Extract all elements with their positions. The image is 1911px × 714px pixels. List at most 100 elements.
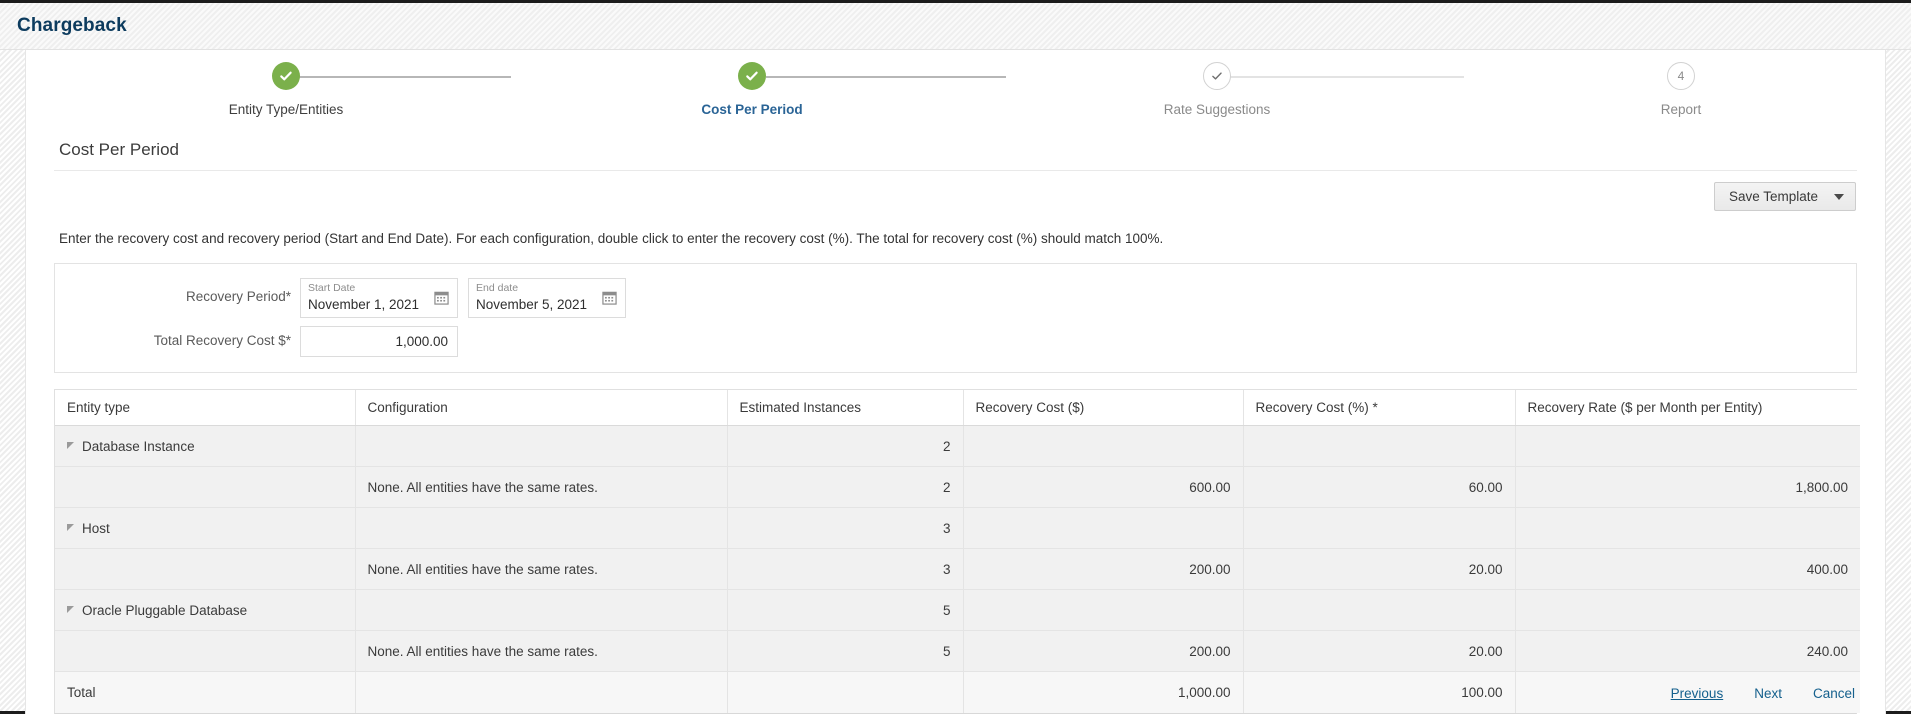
save-template-label: Save Template [1728,189,1818,204]
wizard-step-1-label: Entity Type/Entities [228,102,344,117]
wizard-step-entity-type[interactable]: Entity Type/Entities [166,62,406,117]
table-row[interactable]: Database Instance 2 [55,425,1860,467]
next-link[interactable]: Next [1754,686,1782,701]
cell-configuration: None. All entities have the same rates. [355,630,728,672]
recovery-period-row: Recovery Period* Start Date November 1, … [55,278,1856,318]
cell-configuration [355,425,728,467]
save-template-button[interactable]: Save Template [1713,182,1856,211]
tree-collapse-icon[interactable] [67,441,74,449]
cell-recovery-cost-percent: 100.00 [1243,671,1516,713]
chevron-down-icon[interactable] [1834,193,1844,200]
cell-configuration: None. All entities have the same rates. [355,548,728,590]
cell-entity-type[interactable]: Database Instance [55,425,356,467]
entity-type-label: Oracle Pluggable Database [82,602,248,618]
main-panel: Entity Type/Entities Cost Per Period Rat… [25,50,1886,714]
step-2-status-icon [738,62,766,90]
column-header-configuration[interactable]: Configuration [355,390,728,426]
cancel-link[interactable]: Cancel [1813,686,1855,701]
cell-estimated-instances [727,671,964,713]
cell-configuration [355,507,728,549]
cell-entity-type [55,466,356,508]
calendar-icon[interactable] [602,290,617,305]
table-header-row: Entity type Configuration Estimated Inst… [55,390,1860,426]
total-recovery-cost-row: Total Recovery Cost $* 1,000.00 [55,326,1856,357]
table-row[interactable]: Host 3 [55,507,1860,549]
instructions-text: Enter the recovery cost and recovery per… [59,231,1164,246]
table-total-row: Total 1,000.00 100.00 [55,671,1860,713]
wizard-step-3-label: Rate Suggestions [1163,102,1271,117]
cell-recovery-rate [1515,507,1860,549]
app-header: Chargeback [0,3,1911,50]
column-header-recovery-rate[interactable]: Recovery Rate ($ per Month per Entity) [1515,390,1860,426]
cell-estimated-instances: 5 [727,589,964,631]
cell-recovery-cost-dollars: 1,000.00 [963,671,1244,713]
previous-link[interactable]: Previous [1671,686,1724,701]
cell-entity-type: Total [55,671,356,713]
stepper-connector-1 [299,76,511,78]
cost-per-period-table-wrapper: Entity type Configuration Estimated Inst… [54,389,1860,714]
wizard-stepper: Entity Type/Entities Cost Per Period Rat… [26,62,1885,134]
table-row[interactable]: None. All entities have the same rates. … [55,630,1860,672]
toolbar: Save Template [26,171,1885,211]
cell-recovery-cost-dollars [963,589,1244,631]
cell-estimated-instances: 3 [727,548,964,590]
page-title: Cost Per Period [54,134,1857,171]
column-header-recovery-cost-percent[interactable]: Recovery Cost (%) * [1243,390,1516,426]
cell-recovery-cost-percent[interactable]: 60.00 [1243,466,1516,508]
total-recovery-cost-input[interactable]: 1,000.00 [300,326,458,357]
cell-recovery-rate: 1,800.00 [1515,466,1860,508]
cell-recovery-cost-percent [1243,589,1516,631]
table-row[interactable]: Oracle Pluggable Database 5 [55,589,1860,631]
stepper-connector-2 [766,76,1006,78]
calendar-icon[interactable] [434,290,449,305]
step-4-number: 4 [1667,62,1695,90]
column-header-estimated-instances[interactable]: Estimated Instances [727,390,964,426]
recovery-period-label: Recovery Period* [185,289,291,304]
step-3-status-icon [1203,62,1231,90]
entity-type-label: Database Instance [82,438,195,454]
recovery-period-form: Recovery Period* Start Date November 1, … [54,263,1857,373]
column-header-entity-type[interactable]: Entity type [55,390,356,426]
cell-recovery-rate [1515,425,1860,467]
table-row[interactable]: None. All entities have the same rates. … [55,548,1860,590]
cell-recovery-cost-percent[interactable]: 20.00 [1243,630,1516,672]
column-header-recovery-cost-dollars[interactable]: Recovery Cost ($) [963,390,1244,426]
cell-recovery-cost-percent[interactable]: 20.00 [1243,548,1516,590]
cell-recovery-cost-dollars [963,507,1244,549]
tree-collapse-icon[interactable] [67,523,74,531]
cell-estimated-instances: 2 [727,425,964,467]
cell-recovery-rate [1515,589,1860,631]
tree-collapse-icon[interactable] [67,605,74,613]
cell-configuration [355,589,728,631]
cell-entity-type [55,630,356,672]
total-recovery-cost-label: Total Recovery Cost $* [153,333,291,348]
step-1-status-icon [272,62,300,90]
cell-estimated-instances: 3 [727,507,964,549]
cell-entity-type[interactable]: Host [55,507,356,549]
cell-estimated-instances: 2 [727,466,964,508]
cell-configuration [355,671,728,713]
wizard-step-cost-per-period[interactable]: Cost Per Period [632,62,872,117]
cell-estimated-instances: 5 [727,630,964,672]
cell-recovery-cost-percent [1243,425,1516,467]
end-date-field[interactable]: End date November 5, 2021 [468,278,626,318]
app-title: Chargeback [17,15,127,36]
wizard-footer-navigation: Previous Next Cancel [1671,686,1855,701]
cell-configuration: None. All entities have the same rates. [355,466,728,508]
cell-recovery-cost-dollars: 200.00 [963,548,1244,590]
wizard-step-rate-suggestions[interactable]: Rate Suggestions [1097,62,1337,117]
cell-recovery-cost-percent [1243,507,1516,549]
cell-recovery-cost-dollars [963,425,1244,467]
cost-per-period-table: Entity type Configuration Estimated Inst… [55,390,1860,713]
start-date-field[interactable]: Start Date November 1, 2021 [300,278,458,318]
wizard-step-4-label: Report [1660,102,1702,117]
cell-recovery-cost-dollars: 600.00 [963,466,1244,508]
cell-recovery-rate: 240.00 [1515,630,1860,672]
entity-type-label: Host [82,520,110,536]
cell-recovery-rate: 400.00 [1515,548,1860,590]
wizard-step-report[interactable]: 4 Report [1561,62,1801,117]
table-row[interactable]: None. All entities have the same rates. … [55,466,1860,508]
cell-entity-type [55,548,356,590]
cell-entity-type[interactable]: Oracle Pluggable Database [55,589,356,631]
cell-recovery-cost-dollars: 200.00 [963,630,1244,672]
